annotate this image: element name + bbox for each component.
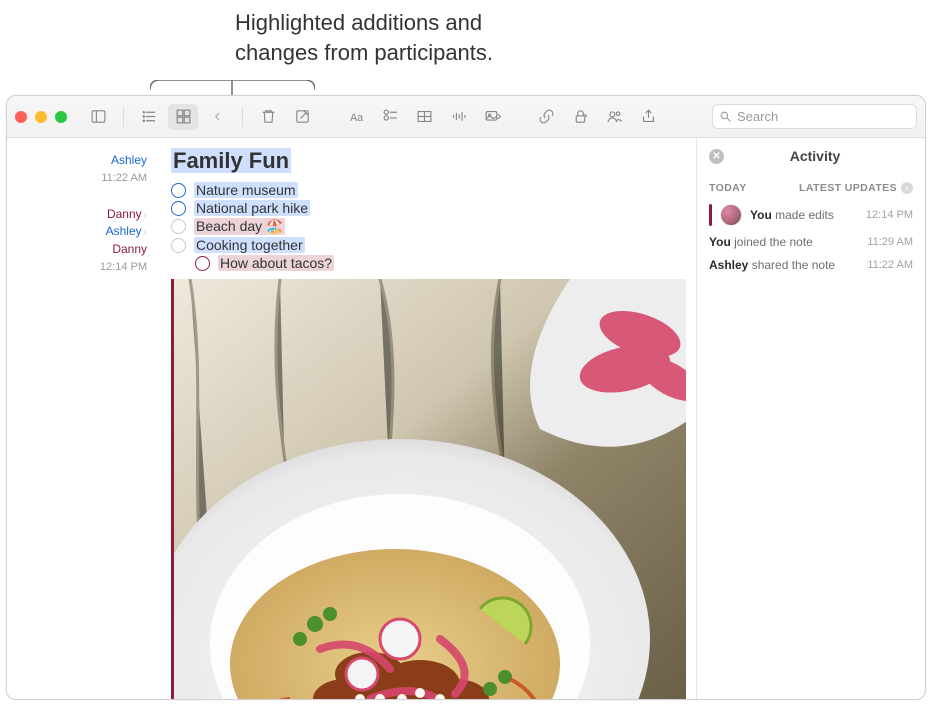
note-editor[interactable]: Family Fun Nature museum National park hi… (155, 138, 697, 699)
activity-text: You joined the note (709, 235, 859, 249)
checkbox-icon[interactable] (171, 238, 186, 253)
gutter-author[interactable]: Danny› (7, 206, 149, 224)
taco-plate-image (174, 279, 686, 699)
gutter-author[interactable]: Ashley› (7, 223, 149, 241)
toggle-sidebar-button[interactable] (83, 104, 113, 130)
svg-text:Aa: Aa (350, 112, 363, 124)
toolbar-separator (242, 107, 243, 127)
attached-photo[interactable] (171, 279, 686, 699)
attribution-gutter: Ashley11:22 AM Danny›Ashley›Danny12:14 PM (7, 138, 155, 699)
back-button[interactable] (202, 104, 232, 130)
checkbox-icon[interactable] (195, 256, 210, 271)
checklist-item-text: Nature museum (194, 182, 298, 198)
activity-time: 12:14 PM (866, 209, 913, 221)
activity-item[interactable]: You made edits 12:14 PM (709, 204, 913, 226)
checklist-item-text: Beach day 🏖️ (194, 218, 285, 235)
activity-item[interactable]: Ashley shared the note 11:22 AM (709, 258, 913, 272)
lock-button[interactable] (565, 104, 595, 130)
toolbar: Aa Search (7, 96, 925, 138)
checkbox-icon[interactable] (171, 183, 186, 198)
callout-line2: changes from participants. (235, 38, 493, 68)
checklist-item[interactable]: Beach day 🏖️ (171, 218, 686, 235)
callout-line1: Highlighted additions and (235, 8, 493, 38)
checklist-button[interactable] (375, 104, 405, 130)
zoom-window-button[interactable] (55, 111, 67, 123)
share-button[interactable] (633, 104, 663, 130)
window-controls (15, 111, 67, 123)
chevron-right-icon: › (901, 182, 913, 194)
activity-accent-bar (709, 204, 712, 226)
activity-time: 11:22 AM (867, 259, 913, 271)
minimize-window-button[interactable] (35, 111, 47, 123)
chevron-right-icon: › (144, 227, 147, 238)
activity-feed: You made edits 12:14 PM You joined the not… (709, 204, 913, 272)
activity-item[interactable]: You joined the note 11:29 AM (709, 235, 913, 249)
search-icon (719, 110, 732, 123)
checklist-item[interactable]: Nature museum (171, 182, 686, 198)
search-field[interactable]: Search (712, 104, 917, 129)
checklist-item[interactable]: National park hike (171, 200, 686, 216)
chevron-right-icon: › (144, 210, 147, 221)
checklist-item[interactable]: How about tacos? (195, 255, 686, 271)
activity-text: Ashley shared the note (709, 258, 859, 272)
notes-window: Aa Search As (6, 95, 926, 700)
activity-panel: ✕ Activity TODAY LATEST UPDATES › You ma… (697, 138, 925, 699)
avatar (720, 204, 742, 226)
checklist-item-text: National park hike (194, 200, 310, 216)
callout-annotation: Highlighted additions and changes from p… (235, 8, 493, 67)
checklist-item-text: Cooking together (194, 237, 305, 253)
gutter-author[interactable]: Ashley (7, 152, 149, 170)
format-button[interactable]: Aa (341, 104, 371, 130)
toolbar-separator (123, 107, 124, 127)
close-window-button[interactable] (15, 111, 27, 123)
delete-note-button[interactable] (253, 104, 283, 130)
activity-today-label: TODAY (709, 182, 747, 194)
gutter-author[interactable]: Danny (7, 241, 149, 259)
note-title[interactable]: Family Fun (171, 148, 686, 174)
checklist-item-text: How about tacos? (218, 255, 334, 271)
checklist: Nature museum National park hike Beach day… (171, 182, 686, 271)
media-button[interactable] (477, 104, 507, 130)
link-button[interactable] (531, 104, 561, 130)
latest-updates-button[interactable]: LATEST UPDATES › (799, 182, 913, 194)
checklist-item[interactable]: Cooking together (171, 237, 686, 253)
close-activity-button[interactable]: ✕ (709, 149, 724, 164)
table-button[interactable] (409, 104, 439, 130)
search-placeholder: Search (737, 109, 778, 124)
gallery-view-button[interactable] (168, 104, 198, 130)
checkbox-icon[interactable] (171, 219, 186, 234)
checkbox-icon[interactable] (171, 201, 186, 216)
activity-time: 11:29 AM (867, 236, 913, 248)
gutter-timestamp: 11:22 AM (7, 170, 149, 186)
gutter-gap (7, 186, 149, 206)
collaborate-button[interactable] (599, 104, 629, 130)
note-title-text: Family Fun (171, 148, 291, 173)
activity-title: Activity (732, 148, 898, 164)
gutter-timestamp: 12:14 PM (7, 259, 149, 275)
audio-button[interactable] (443, 104, 473, 130)
list-view-button[interactable] (134, 104, 164, 130)
new-note-button[interactable] (287, 104, 317, 130)
activity-text: You made edits (750, 208, 858, 222)
